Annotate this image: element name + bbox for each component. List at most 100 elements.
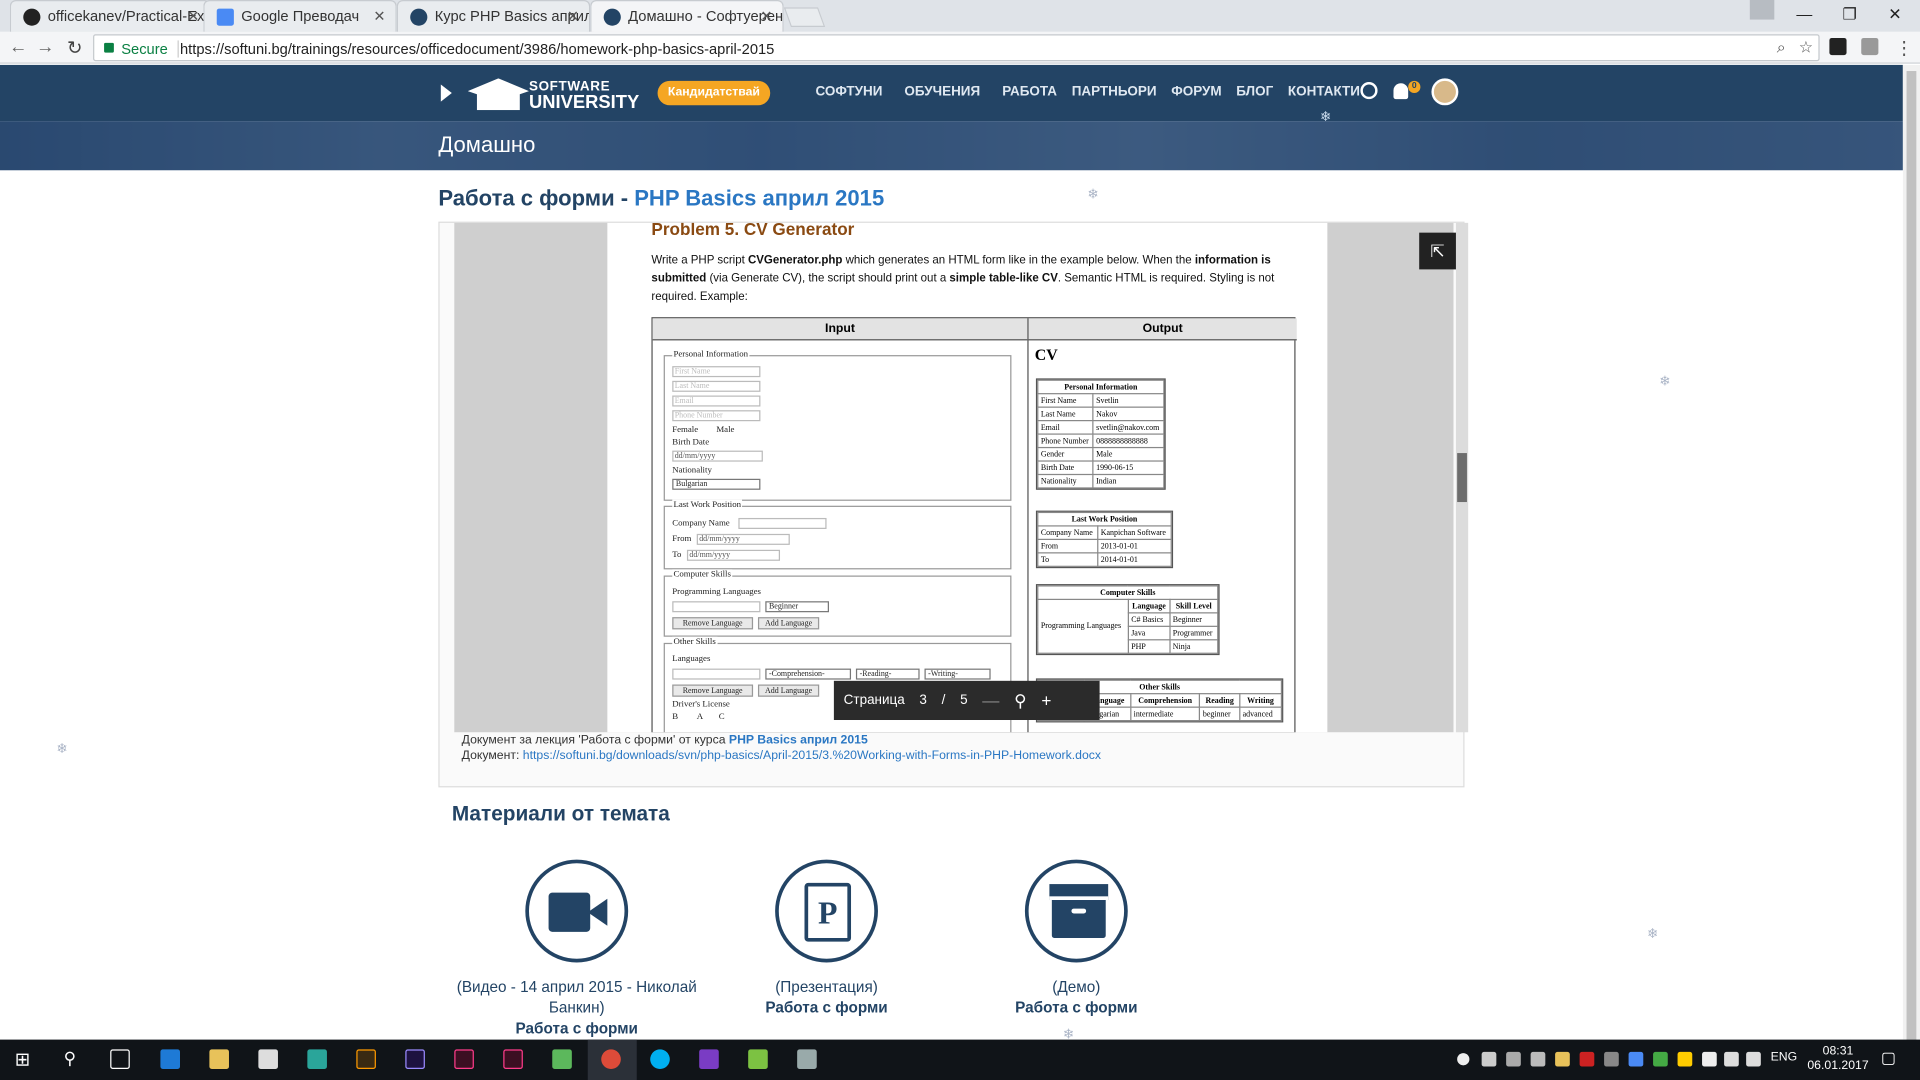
- notepad-icon[interactable]: [748, 1049, 768, 1069]
- course-link[interactable]: PHP Basics април 2015: [634, 186, 884, 210]
- browser-tab-homework[interactable]: Домашно - Софтуерен ✕: [590, 0, 784, 32]
- file-explorer-icon[interactable]: [209, 1049, 229, 1069]
- page-current[interactable]: 3: [919, 693, 927, 708]
- new-tab-button[interactable]: [783, 7, 826, 27]
- material-kind: (Демо): [1052, 978, 1101, 996]
- store-icon[interactable]: [258, 1049, 278, 1069]
- close-icon[interactable]: ✕: [373, 7, 385, 24]
- task-view-icon[interactable]: [110, 1049, 130, 1069]
- extension-icon[interactable]: [1861, 37, 1879, 56]
- taskbar-clock[interactable]: 08:31 06.01.2017: [1807, 1044, 1868, 1073]
- skype-icon[interactable]: [650, 1049, 670, 1069]
- app-icon[interactable]: [307, 1049, 327, 1069]
- viewer-scrollbar[interactable]: [1455, 222, 1469, 733]
- avatar[interactable]: [1431, 78, 1459, 106]
- page-scroll-thumb[interactable]: [1906, 71, 1917, 1045]
- cv-head-cell: Comprehension: [1129, 693, 1201, 708]
- tray-icon[interactable]: [1530, 1051, 1546, 1067]
- zoom-icon[interactable]: ⌕: [1777, 38, 1786, 58]
- chrome-icon[interactable]: [601, 1049, 621, 1069]
- work-fieldset: Last Work Position Company Name From dd/…: [663, 499, 1012, 570]
- menu-item-blog[interactable]: БЛОГ: [1236, 84, 1273, 99]
- window-close-button[interactable]: ✕: [1872, 0, 1917, 29]
- document-download-link[interactable]: https://softuni.bg/downloads/svn/php-bas…: [523, 749, 1101, 762]
- tray-icon[interactable]: [1653, 1051, 1668, 1067]
- cv-head-cell: Reading: [1199, 693, 1241, 708]
- extension-icon[interactable]: [1829, 37, 1847, 56]
- material-name[interactable]: Работа с форми: [954, 998, 1199, 1019]
- tray-icon[interactable]: [1506, 1051, 1521, 1067]
- volume-icon[interactable]: [1746, 1051, 1761, 1067]
- windows-start-icon[interactable]: ⊞: [15, 1048, 30, 1070]
- cv-row: First Name Svetlin: [1037, 393, 1165, 408]
- popout-icon[interactable]: ⇱: [1419, 232, 1456, 270]
- reload-icon[interactable]: ↻: [64, 37, 86, 59]
- indesign-icon[interactable]: [454, 1049, 474, 1069]
- apply-button[interactable]: Кандидатствай: [657, 80, 771, 106]
- profile-icon[interactable]: [1749, 0, 1775, 20]
- phpstorm-icon[interactable]: [699, 1049, 719, 1069]
- tray-icon[interactable]: [1555, 1051, 1570, 1067]
- browser-tab-course[interactable]: Курс PHP Basics април 2 ✕: [396, 0, 591, 32]
- tray-icon[interactable]: [1604, 1051, 1619, 1067]
- menu-item-forum[interactable]: ФОРУМ: [1171, 84, 1221, 99]
- caption-text: Документ за лекция 'Работа с форми' от к…: [461, 733, 729, 747]
- prog-lang-label: Programming Languages: [672, 586, 761, 597]
- zoom-out-icon[interactable]: —: [982, 691, 999, 711]
- language-indicator[interactable]: ENG: [1771, 1051, 1798, 1064]
- to-label: To: [672, 549, 682, 560]
- edge-icon[interactable]: [160, 1049, 181, 1069]
- material-demo[interactable]: (Демо) Работа с форми: [954, 859, 1199, 1019]
- viewer-canvas[interactable]: Problem 5. CV Generator Write a PHP scri…: [454, 222, 1469, 733]
- material-icon-circle[interactable]: P: [775, 859, 878, 963]
- close-icon[interactable]: ✕: [760, 7, 772, 24]
- tray-icon[interactable]: [1481, 1051, 1497, 1067]
- cv-skills-table: Computer Skills Programming Languages Lang…: [1035, 584, 1220, 656]
- browser-tab-translate[interactable]: Google Преводач ✕: [203, 0, 397, 32]
- material-presentation[interactable]: P (Презентация) Работа с форми: [704, 859, 949, 1019]
- tray-icon[interactable]: [1457, 1053, 1470, 1066]
- viewer-scroll-thumb[interactable]: [1457, 453, 1467, 503]
- material-icon-circle[interactable]: [525, 859, 629, 963]
- app-icon[interactable]: [797, 1049, 817, 1069]
- close-icon[interactable]: ✕: [187, 7, 199, 24]
- bookmark-star-icon[interactable]: ☆: [1799, 38, 1813, 58]
- tray-icon[interactable]: [1579, 1051, 1595, 1067]
- forward-arrow-icon[interactable]: →: [34, 37, 56, 58]
- material-name[interactable]: Работа с форми: [704, 998, 949, 1019]
- menu-dots-icon[interactable]: ⋮: [1893, 37, 1915, 59]
- notification-center-icon[interactable]: ▢: [1881, 1048, 1896, 1068]
- zoom-in-icon[interactable]: +: [1041, 691, 1051, 711]
- restore-button[interactable]: ❐: [1827, 0, 1872, 29]
- menu-item-softuni[interactable]: СОФТУНИ: [816, 84, 883, 99]
- tray-icon[interactable]: [1677, 1051, 1693, 1067]
- material-icon-circle[interactable]: [1024, 859, 1128, 963]
- browser-tab-github[interactable]: officekanev/Practical-Exa ✕: [9, 0, 211, 32]
- network-icon[interactable]: [1724, 1051, 1739, 1067]
- cv-row: Nationality Indian: [1037, 473, 1165, 489]
- menu-item-contacts[interactable]: КОНТАКТИ: [1288, 84, 1360, 99]
- indesign-icon[interactable]: [503, 1049, 523, 1069]
- url-text[interactable]: https://softuni.bg/trainings/resources/o…: [180, 40, 774, 57]
- search-icon[interactable]: [1360, 82, 1378, 100]
- after-effects-icon[interactable]: [405, 1049, 425, 1069]
- menu-item-trainings[interactable]: ОБУЧЕНИЯ: [904, 84, 980, 99]
- page-scrollbar[interactable]: [1902, 64, 1920, 1045]
- minimize-button[interactable]: —: [1782, 0, 1827, 29]
- bell-icon[interactable]: [1393, 83, 1409, 100]
- tray-icon[interactable]: [1628, 1051, 1644, 1067]
- menu-item-jobs[interactable]: РАБОТА: [1002, 84, 1057, 99]
- illustrator-icon[interactable]: [356, 1049, 376, 1069]
- prog-lang-field: [672, 601, 761, 613]
- caption-course-link[interactable]: PHP Basics април 2015: [729, 733, 868, 746]
- material-video[interactable]: (Видео - 14 април 2015 - Николай Банкин)…: [454, 859, 699, 1040]
- tray-icon[interactable]: [1702, 1051, 1717, 1067]
- female-label: Female: [672, 424, 699, 435]
- back-arrow-icon[interactable]: ←: [7, 37, 29, 58]
- material-name[interactable]: Работа с форми: [454, 1019, 699, 1040]
- search-icon[interactable]: ⚲: [64, 1048, 77, 1069]
- menu-item-partners[interactable]: ПАРТНЬОРИ: [1072, 84, 1157, 99]
- app-icon[interactable]: [552, 1049, 572, 1069]
- close-icon[interactable]: ✕: [567, 7, 579, 24]
- address-bar[interactable]: Secure https://softuni.bg/trainings/reso…: [93, 34, 1820, 62]
